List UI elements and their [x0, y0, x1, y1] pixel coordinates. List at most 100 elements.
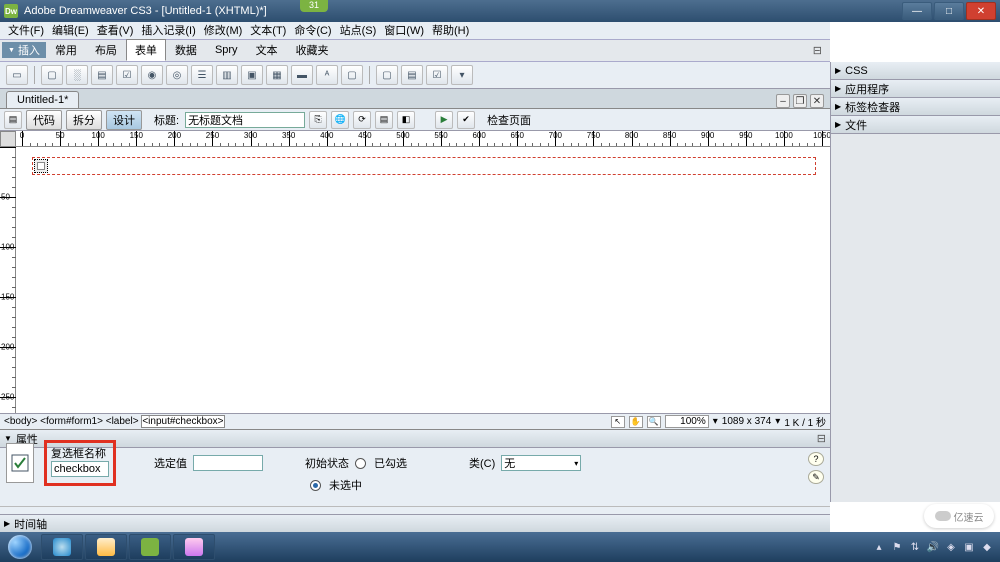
split-view-button[interactable]: 拆分	[66, 110, 102, 130]
tray-icon-3[interactable]: ◆	[980, 540, 994, 554]
state-checked-radio[interactable]	[355, 458, 366, 469]
zoom-level[interactable]: 100%	[665, 415, 709, 428]
hand-tool-icon[interactable]: ✋	[629, 416, 643, 428]
spry-select-icon[interactable]: ▾	[451, 65, 473, 85]
menu-view[interactable]: 查看(V)	[93, 22, 138, 38]
help-icon[interactable]: ?	[808, 452, 824, 466]
menu-file[interactable]: 文件(F)	[4, 22, 48, 38]
design-view[interactable]: 50100150200250	[0, 147, 830, 413]
tag-label[interactable]: <label>	[106, 416, 139, 427]
panel-menu-icon[interactable]: ⊟	[817, 432, 826, 445]
button-icon[interactable]: ▬	[291, 65, 313, 85]
tray-icon-1[interactable]: ◈	[944, 540, 958, 554]
panel-css[interactable]: ▶CSS	[831, 62, 1000, 80]
panel-files[interactable]: ▶文件	[831, 116, 1000, 134]
taskbar-app-explorer[interactable]	[85, 534, 127, 560]
insert-tab-favorites[interactable]: 收藏夹	[287, 39, 338, 61]
fieldset-icon[interactable]: ▢	[341, 65, 363, 85]
window-size-dropdown-icon[interactable]: ▾	[775, 416, 780, 427]
doc-minimize-icon[interactable]: –	[776, 94, 790, 108]
window-size[interactable]: 1089 x 374	[722, 416, 772, 427]
related-files-icon[interactable]: ▤	[4, 111, 22, 129]
code-view-button[interactable]: 代码	[26, 110, 62, 130]
insert-tab-data[interactable]: 数据	[166, 39, 206, 61]
insert-bar-menu-icon[interactable]: ⊟	[807, 44, 828, 57]
tag-body[interactable]: <body>	[4, 416, 37, 427]
canvas[interactable]	[16, 147, 830, 413]
tag-input[interactable]: <input#checkbox>	[141, 415, 224, 428]
panel-tag-inspector[interactable]: ▶标签检查器	[831, 98, 1000, 116]
panel-application[interactable]: ▶应用程序	[831, 80, 1000, 98]
validate-icon[interactable]: ▶	[435, 111, 453, 129]
tray-volume-icon[interactable]: 🔊	[926, 540, 940, 554]
ruler-origin[interactable]	[0, 131, 16, 147]
page-title-input[interactable]	[185, 112, 305, 128]
zoom-tool-icon[interactable]: 🔍	[647, 416, 661, 428]
insert-tab-layout[interactable]: 布局	[86, 39, 126, 61]
doc-close-icon[interactable]: ✕	[810, 94, 824, 108]
timeline-panel-header[interactable]: ▶ 时间轴	[0, 514, 830, 532]
taskbar-app-paint[interactable]	[173, 534, 215, 560]
tray-up-icon[interactable]: ▴	[872, 540, 886, 554]
checkbox-icon[interactable]: ☑	[116, 65, 138, 85]
menu-insert[interactable]: 插入记录(I)	[137, 22, 199, 38]
tray-flag-icon[interactable]: ⚑	[890, 540, 904, 554]
minimize-button[interactable]: —	[902, 2, 932, 20]
class-select[interactable]: 无 ▾	[501, 455, 581, 471]
check-page-label[interactable]: 检查页面	[479, 112, 533, 128]
design-view-button[interactable]: 设计	[106, 110, 142, 130]
menu-window[interactable]: 窗口(W)	[380, 22, 428, 38]
properties-header[interactable]: ▼ 属性 ⊟	[0, 430, 830, 448]
list-menu-icon[interactable]: ☰	[191, 65, 213, 85]
insert-tab-forms[interactable]: 表单	[126, 39, 166, 61]
menu-site[interactable]: 站点(S)	[336, 22, 381, 38]
image-field-icon[interactable]: ▣	[241, 65, 263, 85]
menu-help[interactable]: 帮助(H)	[428, 22, 473, 38]
check-browser-icon[interactable]: ✔	[457, 111, 475, 129]
state-unchecked-radio[interactable]	[310, 480, 321, 491]
insert-tab-text[interactable]: 文本	[247, 39, 287, 61]
checked-value-input[interactable]	[193, 455, 263, 471]
insert-tab-common[interactable]: 常用	[46, 39, 86, 61]
label-icon[interactable]: ᴬ	[316, 65, 338, 85]
select-tool-icon[interactable]: ↖	[611, 416, 625, 428]
insert-bar-label[interactable]: ▼插入	[2, 42, 46, 58]
tag-form[interactable]: <form#form1>	[40, 416, 103, 427]
zoom-dropdown-icon[interactable]: ▾	[713, 416, 718, 427]
document-tab[interactable]: Untitled-1*	[6, 91, 79, 108]
menu-commands[interactable]: 命令(C)	[290, 22, 335, 38]
insert-tab-spry[interactable]: Spry	[206, 41, 247, 59]
start-button[interactable]	[0, 532, 40, 562]
quick-tag-icon[interactable]: ✎	[808, 470, 824, 484]
maximize-button[interactable]: □	[934, 2, 964, 20]
close-button[interactable]: ✕	[966, 2, 996, 20]
tray-network-icon[interactable]: ⇅	[908, 540, 922, 554]
menu-modify[interactable]: 修改(M)	[200, 22, 247, 38]
doc-restore-icon[interactable]: ❐	[793, 94, 807, 108]
tray-icon-2[interactable]: ▣	[962, 540, 976, 554]
spry-checkbox-icon[interactable]: ☑	[426, 65, 448, 85]
form-icon[interactable]: ▭	[6, 65, 28, 85]
jump-menu-icon[interactable]: ▥	[216, 65, 238, 85]
textarea-icon[interactable]: ▤	[91, 65, 113, 85]
text-field-icon[interactable]: ▢	[41, 65, 63, 85]
hidden-field-icon[interactable]: ░	[66, 65, 88, 85]
state-checked-label[interactable]: 已勾选	[374, 455, 407, 471]
visual-aids-icon[interactable]: ◧	[397, 111, 415, 129]
spry-textarea-icon[interactable]: ▤	[401, 65, 423, 85]
selected-checkbox-element[interactable]	[34, 159, 48, 173]
form-outline[interactable]	[32, 157, 816, 175]
menu-edit[interactable]: 编辑(E)	[48, 22, 93, 38]
refresh-icon[interactable]: ⟳	[353, 111, 371, 129]
file-field-icon[interactable]: ▦	[266, 65, 288, 85]
spry-text-field-icon[interactable]: ▢	[376, 65, 398, 85]
menu-text[interactable]: 文本(T)	[246, 22, 290, 38]
taskbar-app-ie[interactable]	[41, 534, 83, 560]
radio-group-icon[interactable]: ◎	[166, 65, 188, 85]
preview-browser-icon[interactable]: 🌐	[331, 111, 349, 129]
file-management-icon[interactable]: ⎘	[309, 111, 327, 129]
view-options-icon[interactable]: ▤	[375, 111, 393, 129]
state-unchecked-label[interactable]: 未选中	[329, 477, 362, 493]
radio-icon[interactable]: ◉	[141, 65, 163, 85]
taskbar-app-dreamweaver[interactable]	[129, 534, 171, 560]
